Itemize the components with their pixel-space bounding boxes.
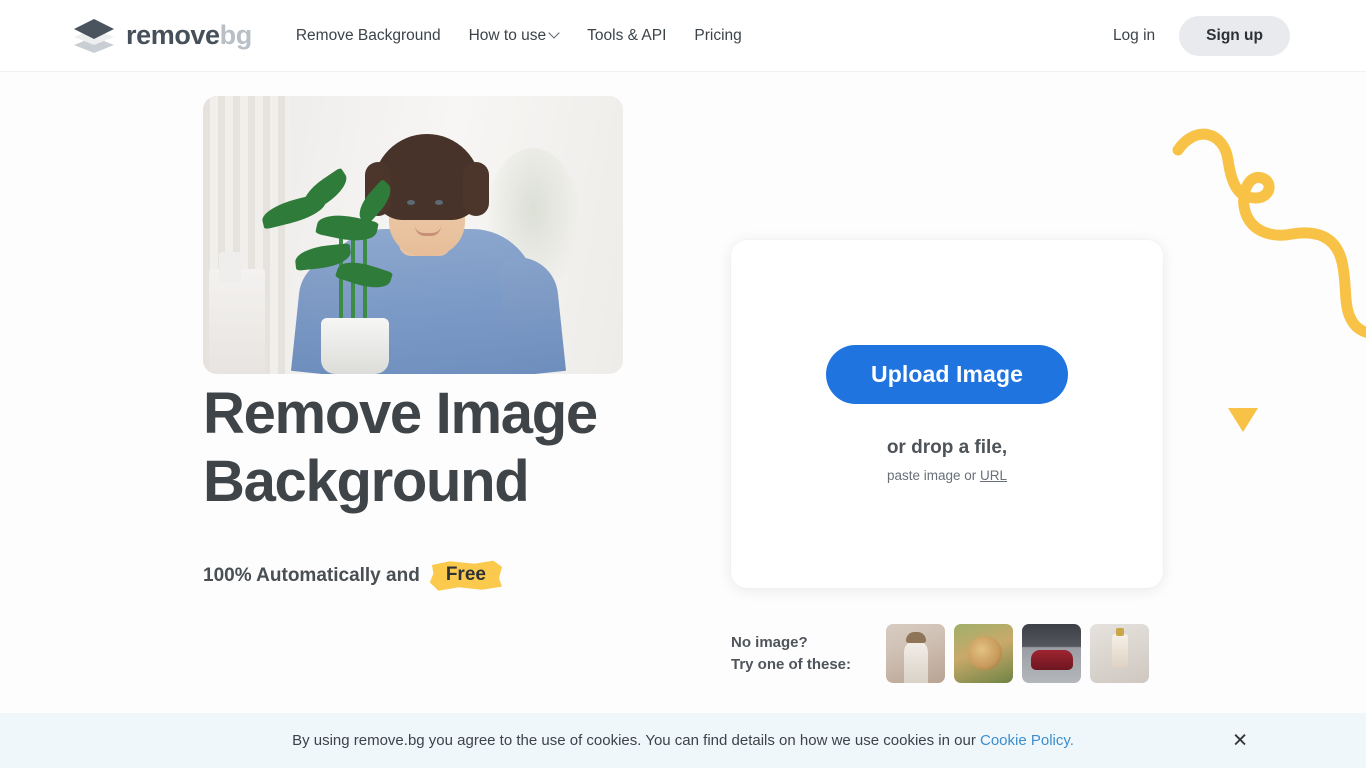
- yellow-triangle-icon: [1228, 408, 1258, 432]
- paste-prefix: paste image or: [887, 468, 980, 483]
- sample-thumb-cosmetics[interactable]: [1090, 624, 1149, 683]
- cookie-text-body: By using remove.bg you agree to the use …: [292, 732, 980, 749]
- layers-diamond-icon: [72, 19, 116, 53]
- nav-label: Pricing: [694, 27, 741, 45]
- sample-thumb-lion[interactable]: [954, 624, 1013, 683]
- yellow-squiggle-icon: [1166, 102, 1366, 392]
- sample-thumbnails: [886, 624, 1149, 683]
- headline-line-2: Background: [203, 449, 528, 514]
- free-label: Free: [446, 564, 486, 585]
- subtitle: 100% Automatically and Free: [203, 560, 502, 591]
- chevron-down-icon: [550, 29, 559, 38]
- upload-dropzone[interactable]: Upload Image or drop a file, paste image…: [731, 240, 1163, 588]
- cookie-banner: By using remove.bg you agree to the use …: [0, 713, 1366, 768]
- paste-hint: paste image or URL: [887, 468, 1007, 483]
- brand-wordmark: removebg: [126, 22, 252, 49]
- sample-images-row: No image? Try one of these:: [731, 624, 1149, 683]
- upload-image-button[interactable]: Upload Image: [826, 345, 1068, 404]
- samples-label-line-2: Try one of these:: [731, 654, 886, 676]
- page-title: Remove Image Background: [203, 380, 723, 517]
- nav-label: How to use: [469, 27, 547, 45]
- nav-item-tools-api[interactable]: Tools & API: [573, 19, 680, 53]
- sample-thumb-red-car[interactable]: [1022, 624, 1081, 683]
- headline-line-1: Remove Image: [203, 381, 597, 446]
- nav-item-how-to-use[interactable]: How to use: [455, 19, 574, 53]
- signup-button[interactable]: Sign up: [1179, 16, 1290, 56]
- samples-label: No image? Try one of these:: [731, 632, 886, 676]
- url-link[interactable]: URL: [980, 468, 1007, 483]
- logo[interactable]: removebg: [72, 19, 252, 53]
- nav-item-remove-background[interactable]: Remove Background: [282, 19, 455, 53]
- sample-thumb-woman-hat[interactable]: [886, 624, 945, 683]
- subtitle-prefix: 100% Automatically and: [203, 565, 420, 587]
- drop-file-label: or drop a file,: [887, 437, 1007, 459]
- cookie-policy-link[interactable]: Cookie Policy.: [980, 732, 1074, 749]
- samples-label-line-1: No image?: [731, 632, 886, 654]
- header-actions: Log in Sign up: [1099, 16, 1290, 56]
- nav-label: Remove Background: [296, 27, 441, 45]
- cookie-message: By using remove.bg you agree to the use …: [292, 732, 1074, 749]
- nav-label: Tools & API: [587, 27, 666, 45]
- site-header: removebg Remove Background How to use To…: [0, 0, 1366, 72]
- main-nav: Remove Background How to use Tools & API…: [282, 19, 756, 53]
- brand-secondary: bg: [220, 20, 252, 50]
- nav-item-pricing[interactable]: Pricing: [680, 19, 755, 53]
- close-icon[interactable]: ✕: [1232, 731, 1248, 750]
- hero-image: [203, 96, 623, 374]
- login-link[interactable]: Log in: [1099, 19, 1169, 53]
- brand-primary: remove: [126, 20, 220, 50]
- free-highlight: Free: [430, 560, 502, 591]
- page-body: Remove Image Background 100% Automatical…: [0, 72, 1366, 768]
